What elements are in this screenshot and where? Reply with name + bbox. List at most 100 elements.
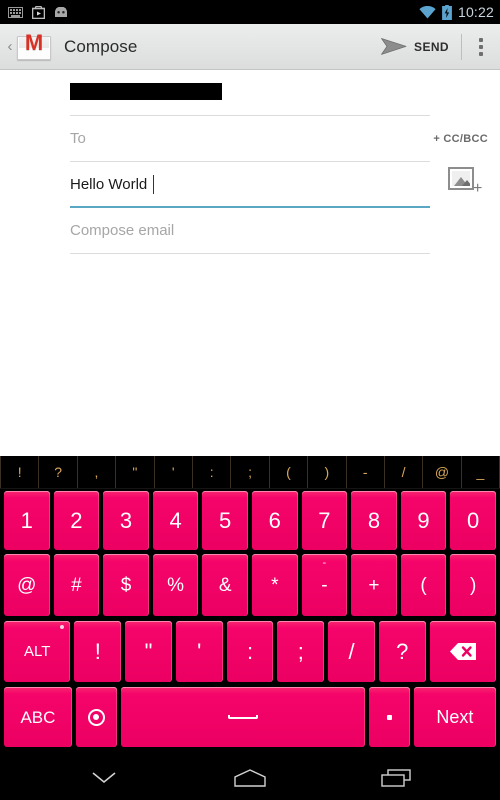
key-label: ? <box>396 638 409 664</box>
suggestion-item[interactable]: @ <box>423 456 462 488</box>
key-label: & <box>218 574 232 596</box>
suggestion-item[interactable]: ? <box>39 456 78 488</box>
key-symbol-5[interactable]: * <box>251 554 298 616</box>
cc-bcc-button[interactable]: + CC/BCC <box>433 116 488 162</box>
send-button[interactable]: SEND <box>373 24 461 70</box>
key-label: : <box>246 638 254 664</box>
key-period[interactable] <box>368 687 410 747</box>
key-label: Next <box>436 707 474 727</box>
suggestion-item[interactable]: , <box>78 456 117 488</box>
key-label: " <box>144 638 153 664</box>
key-punct-0[interactable]: ! <box>74 621 122 682</box>
key-punct-4[interactable]: ; <box>277 621 325 682</box>
key-2[interactable]: 2 <box>53 491 100 550</box>
suggestion-item[interactable]: ' <box>155 456 193 488</box>
suggestion-item[interactable]: ! <box>0 456 40 488</box>
suggestion-item[interactable]: : <box>193 456 232 488</box>
hide-keyboard-button[interactable] <box>74 755 134 800</box>
status-bar-notifications <box>8 5 68 19</box>
key-punct-2[interactable]: ' <box>175 621 223 682</box>
key-symbol-8[interactable]: ( <box>400 554 447 616</box>
key-space[interactable] <box>120 687 365 747</box>
suggestion-item[interactable]: ( <box>270 456 309 488</box>
keyboard-row-bottom: ABC Next <box>0 685 500 750</box>
send-button-label: SEND <box>414 39 449 54</box>
keyboard-row-numbers: 1 2 3 4 5 6 7 8 9 0 <box>0 489 500 553</box>
up-chevron-icon[interactable]: ‹ <box>3 39 17 54</box>
key-backspace[interactable] <box>429 621 496 682</box>
key-symbol-3[interactable]: % <box>152 554 199 616</box>
send-arrow-icon <box>381 38 407 55</box>
status-bar: 10:22 <box>0 0 500 24</box>
key-abc[interactable]: ABC <box>4 687 72 747</box>
suggestion-item[interactable]: _ <box>462 456 500 488</box>
image-icon-mountain <box>462 180 470 186</box>
insert-image-button[interactable]: + <box>448 167 486 205</box>
subject-field[interactable]: Hello World <box>70 162 430 208</box>
key-label: # <box>71 574 82 596</box>
body-field[interactable]: Compose email <box>70 208 430 254</box>
to-field[interactable]: To <box>70 116 430 162</box>
key-alt[interactable]: ALT <box>4 621 71 682</box>
key-punct-1[interactable]: " <box>125 621 172 682</box>
key-4[interactable]: 4 <box>152 491 199 550</box>
key-label: 6 <box>268 507 281 533</box>
key-label: 3 <box>119 507 133 533</box>
key-label: 9 <box>417 507 430 533</box>
suggestion-item[interactable]: ; <box>231 456 270 488</box>
home-button[interactable] <box>220 755 280 800</box>
key-next[interactable]: Next <box>413 687 496 747</box>
key-symbol-9[interactable]: ) <box>450 554 496 616</box>
key-punct-6[interactable]: ? <box>378 621 426 682</box>
key-label: ' <box>197 638 202 664</box>
key-0[interactable]: 0 <box>450 491 496 550</box>
from-field-row <box>0 70 500 116</box>
recent-apps-button[interactable] <box>366 755 426 800</box>
key-1[interactable]: 1 <box>4 491 50 550</box>
overflow-menu-button[interactable] <box>462 24 500 70</box>
suggestion-item[interactable]: ) <box>308 456 347 488</box>
space-bar-icon <box>227 715 258 719</box>
key-ime-switch[interactable] <box>75 687 117 747</box>
subject-field-value: Hello World <box>70 175 148 193</box>
key-hint: - <box>322 557 327 569</box>
key-symbol-2[interactable]: $ <box>103 554 149 616</box>
key-label: @ <box>17 574 37 596</box>
key-symbol-6[interactable]: -- <box>301 554 348 616</box>
key-label: 7 <box>318 507 331 533</box>
screen-root: 10:22 ‹ M Compose SEND To + CC/BCC Hello… <box>0 0 500 800</box>
key-label: ; <box>297 638 304 664</box>
battery-charging-icon <box>442 4 452 20</box>
key-symbol-1[interactable]: # <box>53 554 100 616</box>
wifi-icon <box>419 5 436 18</box>
key-label: ALT <box>23 643 51 660</box>
gmail-logo-icon[interactable]: M <box>17 32 51 60</box>
key-label: 0 <box>467 507 480 533</box>
key-7[interactable]: 7 <box>301 491 348 550</box>
key-8[interactable]: 8 <box>351 491 397 550</box>
play-store-icon <box>32 5 45 19</box>
text-caret <box>153 174 155 194</box>
ime-switch-icon-core <box>93 714 100 720</box>
suggestion-item[interactable]: / <box>385 456 424 488</box>
key-symbol-0[interactable]: @ <box>4 554 50 616</box>
suggestion-item[interactable]: " <box>116 456 155 488</box>
plus-icon: + <box>473 180 483 197</box>
from-address-redacted <box>70 83 222 100</box>
key-symbol-7[interactable]: + <box>351 554 397 616</box>
key-punct-5[interactable]: / <box>328 621 375 682</box>
suggestion-item[interactable]: - <box>347 456 385 488</box>
action-bar-actions: SEND <box>373 24 500 70</box>
alt-key-indicator <box>60 625 65 629</box>
status-bar-system-icons: 10:22 <box>419 4 494 20</box>
key-5[interactable]: 5 <box>202 491 248 550</box>
key-punct-3[interactable]: : <box>226 621 274 682</box>
key-9[interactable]: 9 <box>400 491 447 550</box>
key-symbol-4[interactable]: & <box>202 554 248 616</box>
key-3[interactable]: 3 <box>103 491 149 550</box>
ime-switch-icon <box>87 708 105 726</box>
from-field[interactable] <box>70 70 430 116</box>
key-label: ! <box>94 638 101 664</box>
key-label: / <box>348 638 355 664</box>
key-6[interactable]: 6 <box>251 491 298 550</box>
